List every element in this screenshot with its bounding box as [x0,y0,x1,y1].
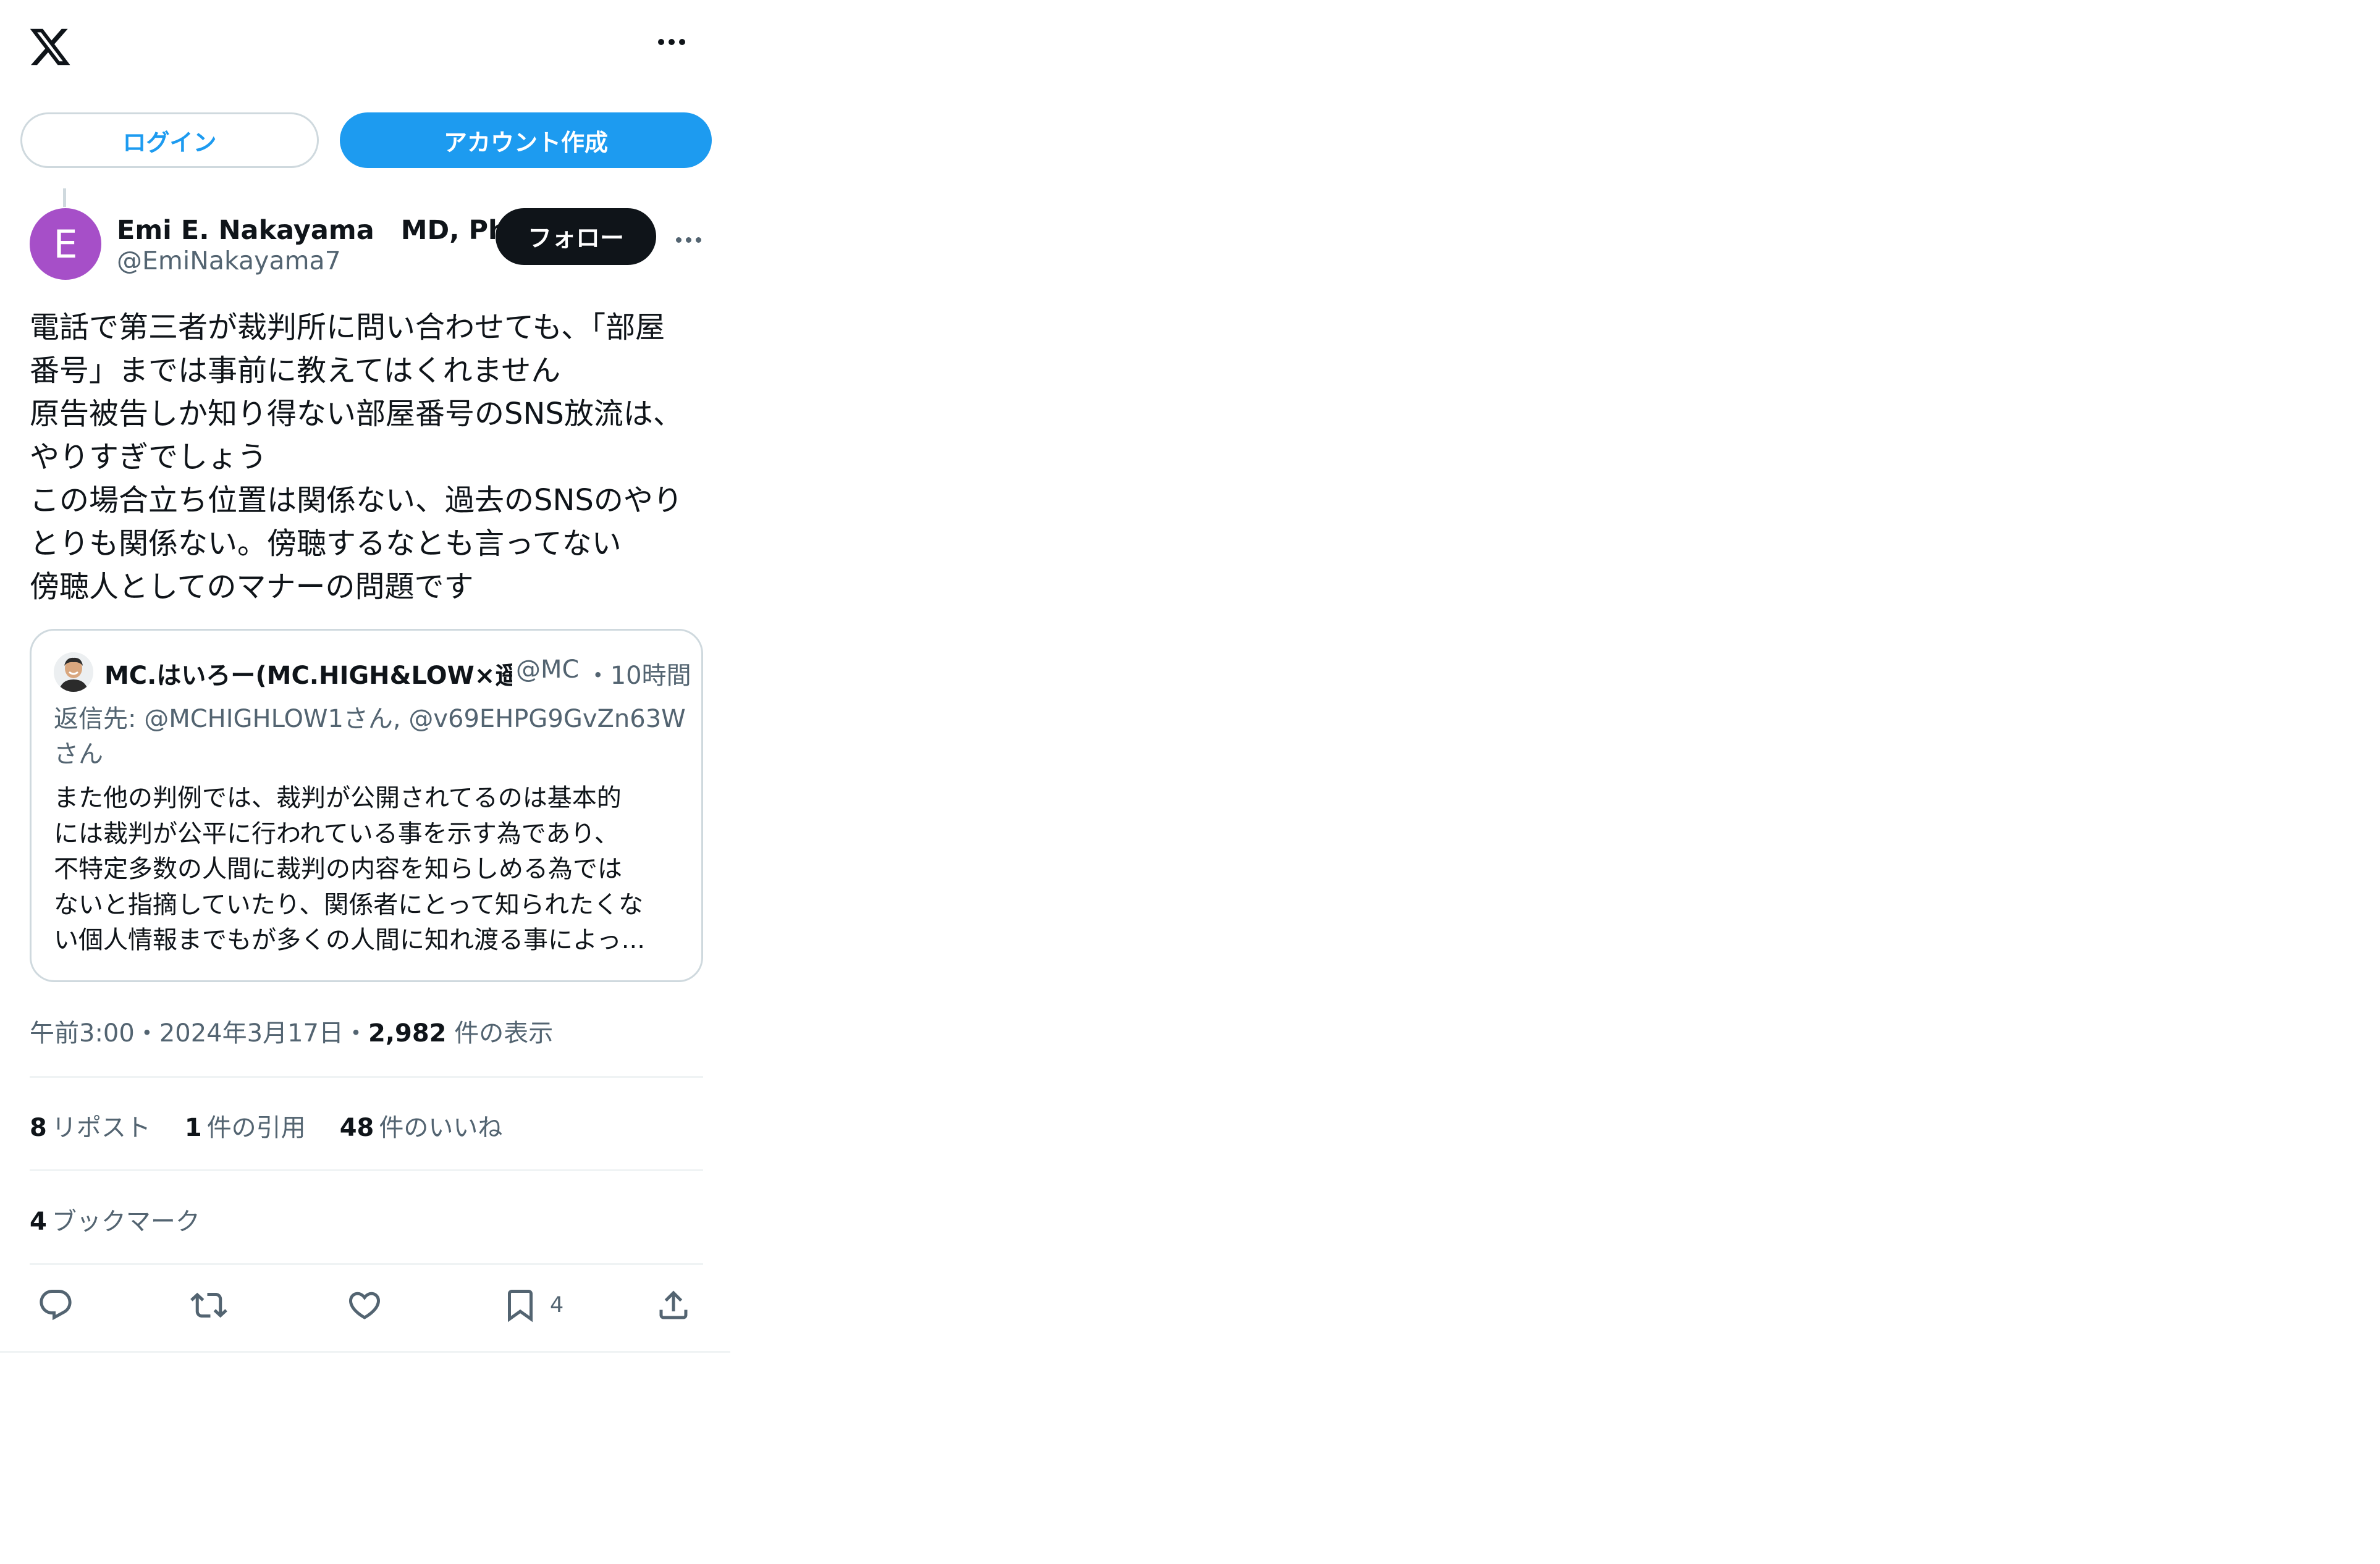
more-horizontal-icon[interactable] [658,36,701,54]
bookmark-count: 4 [550,1293,564,1318]
avatar[interactable]: E [30,208,101,280]
follow-button[interactable]: フォロー [496,208,656,265]
quoted-author-name[interactable]: MC.はいろー(MC.HIGH&LOW×遥 [104,655,512,690]
engagement-stats: 8 リポスト 1 件の引用 48 件のいいね [30,1108,536,1143]
divider [30,1169,703,1171]
quoted-text-line: ないと指摘していたり、関係者にとって知られたくな [54,890,643,919]
tweet-text-line: 番号」までは事前に教えてはくれません [30,353,561,388]
like-count: 48 [339,1114,374,1142]
divider [30,1263,703,1265]
reply-to: 返信先: @MCHIGHLOW1さん, @v69EHPG9GvZn63Wさん [54,705,686,768]
share-icon [659,1290,688,1319]
quoted-text: また他の判例では、裁判が公開されてるのは基本的 には裁判が公平に行われている事を… [54,781,690,959]
like-stat[interactable]: 48 件のいいね [340,1108,503,1143]
divider [30,1076,703,1078]
quoted-tweet-card[interactable]: MC.はいろー(MC.HIGH&LOW×遥@MC ・10時間 返信先: @MCH… [30,629,703,982]
tweet-text: 電話で第三者が裁判所に問い合わせても、「部屋 番号」までは事前に教えてはくれませ… [30,306,709,608]
tweet-text-line: この場合立ち位置は関係ない、過去のSNSのやり [30,483,683,518]
like-button[interactable] [346,1284,383,1327]
author-handle[interactable]: @EmiNakayama7 [117,246,341,275]
like-label: 件のいいね [379,1114,503,1142]
separator-dot: ・ [585,662,610,690]
quote-count: 1 [184,1114,202,1142]
author-name[interactable]: Emi E. Nakayama MD, PhD [117,209,529,247]
tweet-text-line: とりも関係ない。傍聴するなとも言ってない [30,526,622,561]
tweet-date[interactable]: 2024年3月17日 [159,1019,344,1048]
quote-stat[interactable]: 1 件の引用 [185,1108,306,1143]
create-account-button[interactable]: アカウント作成 [340,112,712,168]
quoted-avatar [54,652,93,692]
separator-dot: ・ [343,1019,368,1048]
bookmark-button[interactable]: 4 [502,1284,563,1327]
repost-button[interactable] [190,1284,227,1327]
tweet-time[interactable]: 午前3:00 [30,1019,135,1048]
thread-connector [63,188,66,207]
heart-icon [348,1292,381,1319]
reply-icon [40,1290,72,1321]
share-button[interactable] [655,1284,692,1327]
repost-label: リポスト [51,1114,151,1142]
tweet-text-line: 傍聴人としてのマナーの問題です [30,570,474,604]
bookmark-stat[interactable]: 4 ブックマーク [30,1201,200,1237]
quoted-handle[interactable]: @MC [516,655,578,684]
bookmark-label: ブックマーク [51,1208,200,1236]
tweet-text-line: 電話で第三者が裁判所に問い合わせても、「部屋 [30,310,665,345]
tweet-more-icon[interactable] [676,233,719,246]
quoted-text-line: また他の判例では、裁判が公開されてるのは基本的 [54,784,622,812]
tweet-text-line: 原告被告しか知り得ない部屋番号のSNS放流は、 [30,397,683,431]
separator-dot: ・ [134,1019,159,1048]
quoted-text-line: 不特定多数の人間に裁判の内容を知らしめる為では [54,855,622,883]
x-logo-icon[interactable] [28,25,72,69]
repost-icon [190,1292,227,1318]
quote-label: 件の引用 [206,1114,306,1142]
tweet-meta: 午前3:00・2024年3月17日・2,982 件の表示 [30,1013,553,1049]
bookmark-stat-count: 4 [30,1208,47,1236]
bookmark-icon [508,1290,533,1322]
quoted-header: MC.はいろー(MC.HIGH&LOW×遥@MC ・10時間 [104,655,691,690]
tweet-column: ログイン アカウント作成 E Emi E. Nakayama MD, PhD @… [0,0,730,1353]
quoted-timestamp[interactable]: 10時間 [610,662,691,690]
view-label: 件の表示 [446,1019,554,1048]
login-button[interactable]: ログイン [20,112,319,168]
reply-button[interactable] [37,1284,74,1327]
quoted-text-line: い個人情報までもが多くの人間に知れ渡る事によっ... [54,926,645,954]
quoted-text-line: には裁判が公平に行われている事を示す為であり、 [54,819,619,848]
view-count: 2,982 [368,1019,447,1048]
repost-stat[interactable]: 8 リポスト [30,1108,151,1143]
repost-count: 8 [30,1114,47,1142]
tweet-text-line: やりすぎでしょう [30,440,268,474]
